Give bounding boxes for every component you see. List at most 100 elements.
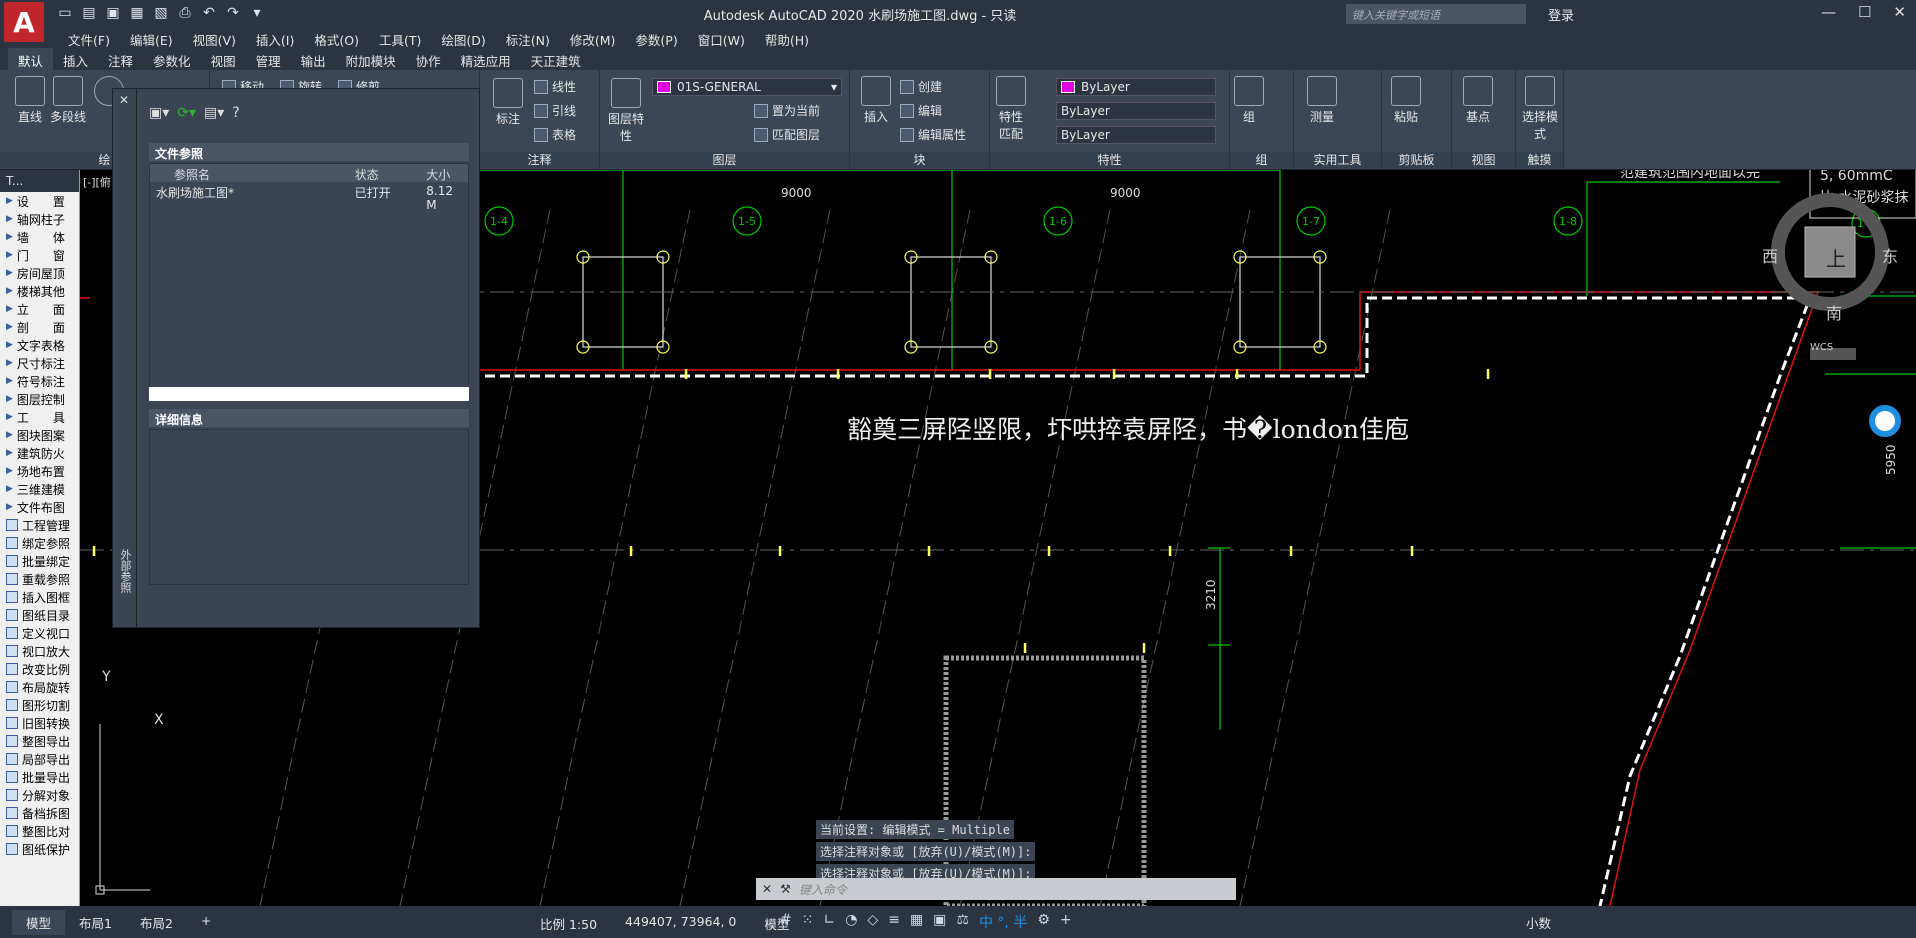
list-item[interactable]: 批量导出 xyxy=(0,768,79,786)
column-size[interactable]: 大小 xyxy=(420,164,468,182)
help-icon[interactable]: ? xyxy=(232,105,239,121)
list-item[interactable]: 重载参照 xyxy=(0,570,79,588)
lineweight-icon[interactable]: ≡ xyxy=(888,912,900,932)
tool-palette-header[interactable]: T... xyxy=(0,170,79,192)
paste-button[interactable]: 粘贴 xyxy=(1386,76,1426,125)
color-dropdown[interactable]: ByLayer xyxy=(1056,78,1216,96)
list-item[interactable]: 绑定参照 xyxy=(0,534,79,552)
ime-indicator[interactable]: 中 °, 半 xyxy=(979,912,1027,932)
annotation-scale-icon[interactable]: ⚖ xyxy=(956,912,969,932)
list-item[interactable]: ▶ 立 面 xyxy=(0,300,79,318)
undo-icon[interactable]: ↶ xyxy=(200,4,218,22)
menu-item[interactable]: 插入(I) xyxy=(246,28,304,48)
tab-manage[interactable]: 管理 xyxy=(246,48,291,70)
menu-item[interactable]: 窗口(W) xyxy=(688,28,755,48)
list-item[interactable]: ▶ 建筑防火 xyxy=(0,444,79,462)
close-icon[interactable]: ✕ xyxy=(1893,3,1906,21)
tab-layout1[interactable]: 布局1 xyxy=(65,910,126,935)
leader-button[interactable]: 引线 xyxy=(534,102,576,119)
tab-insert[interactable]: 插入 xyxy=(53,48,98,70)
list-item[interactable]: ▶ 图块图案 xyxy=(0,426,79,444)
list-item[interactable]: 整图比对 xyxy=(0,822,79,840)
match-properties-button[interactable]: 特性匹配 xyxy=(994,76,1028,142)
change-path-icon[interactable]: ▤▾ xyxy=(204,105,224,121)
plus-icon[interactable]: + xyxy=(1060,912,1072,932)
viewcube[interactable]: 上 西 东 南 WCS xyxy=(1762,190,1910,360)
list-item[interactable]: ▶ 门 窗 xyxy=(0,246,79,264)
line-button[interactable]: 直线 xyxy=(10,76,50,125)
list-item[interactable]: 分解对象 xyxy=(0,786,79,804)
ortho-icon[interactable]: ∟ xyxy=(823,912,835,932)
create-block-button[interactable]: 创建 xyxy=(900,78,942,95)
select-mode-button[interactable]: 选择模式 xyxy=(1518,76,1562,142)
compass-south[interactable]: 南 xyxy=(1826,300,1842,324)
tab-tangent[interactable]: 天正建筑 xyxy=(521,48,591,70)
save-icon[interactable]: ▣ xyxy=(104,4,122,22)
minimize-icon[interactable]: — xyxy=(1821,3,1836,21)
column-status[interactable]: 状态 xyxy=(349,164,421,182)
list-item[interactable]: 批量绑定 xyxy=(0,552,79,570)
list-item[interactable]: 局部导出 xyxy=(0,750,79,768)
insert-block-button[interactable]: 插入 xyxy=(856,76,896,125)
details-header[interactable]: 详细信息 xyxy=(149,409,469,427)
grid-icon[interactable]: # xyxy=(780,912,792,932)
maximize-icon[interactable]: ☐ xyxy=(1858,3,1871,21)
menu-item[interactable]: 格式(O) xyxy=(304,28,369,48)
table-row[interactable]: 水刷场施工图* 已打开 8.12 M xyxy=(150,182,468,212)
dimension-button[interactable]: 标注 xyxy=(488,78,528,127)
attach-icon[interactable]: ▣▾ xyxy=(149,105,169,121)
list-item[interactable]: ▶ 楼梯其他 xyxy=(0,282,79,300)
print-icon[interactable]: ⎙ xyxy=(176,4,194,22)
publish-icon[interactable]: ▧ xyxy=(152,4,170,22)
wcs-menu[interactable]: WCS xyxy=(1810,342,1833,353)
linetype-dropdown[interactable]: ByLayer xyxy=(1056,102,1216,120)
list-item[interactable]: 定义视口 xyxy=(0,624,79,642)
list-item[interactable]: 备档拆图 xyxy=(0,804,79,822)
list-item[interactable]: 工程管理 xyxy=(0,516,79,534)
compass-west[interactable]: 西 xyxy=(1762,243,1778,267)
horizontal-scrollbar[interactable] xyxy=(149,387,469,401)
tab-featured-apps[interactable]: 精选应用 xyxy=(451,48,521,70)
measure-button[interactable]: 测量 xyxy=(1302,76,1342,125)
login-button[interactable]: 登录 xyxy=(1548,5,1574,24)
list-item[interactable]: 视口放大 xyxy=(0,642,79,660)
list-item[interactable]: 改变比例 xyxy=(0,660,79,678)
autocad-logo-icon[interactable]: A xyxy=(4,2,44,42)
list-item[interactable]: ▶ 轴网柱子 xyxy=(0,210,79,228)
list-item[interactable]: 布局旋转 xyxy=(0,678,79,696)
linear-button[interactable]: 线性 xyxy=(534,78,576,95)
command-close-icon[interactable]: ✕ xyxy=(762,882,772,896)
tab-output[interactable]: 输出 xyxy=(291,48,336,70)
polar-icon[interactable]: ◔ xyxy=(845,912,857,932)
snap-icon[interactable]: ⁙ xyxy=(802,912,814,932)
search-input[interactable]: 键入关键字或短语 xyxy=(1346,4,1526,24)
set-current-button[interactable]: 置为当前 xyxy=(754,102,820,119)
steering-wheel-icon[interactable] xyxy=(1869,405,1901,437)
list-item[interactable]: 旧图转换 xyxy=(0,714,79,732)
transparency-icon[interactable]: ▦ xyxy=(910,912,923,932)
menu-item[interactable]: 绘图(D) xyxy=(431,28,495,48)
compass-east[interactable]: 东 xyxy=(1882,243,1898,267)
edit-attributes-button[interactable]: 编辑属性 xyxy=(900,126,966,143)
tab-model[interactable]: 模型 xyxy=(12,909,66,935)
saveas-icon[interactable]: ▦ xyxy=(128,4,146,22)
viewport-label[interactable]: [-][俯 xyxy=(83,175,111,189)
selection-cycling-icon[interactable]: ▣ xyxy=(933,912,946,932)
scale-readout[interactable]: 比例 1:50 xyxy=(540,914,597,933)
menu-item[interactable]: 文件(F) xyxy=(58,28,120,48)
tab-parametric[interactable]: 参数化 xyxy=(143,48,201,70)
list-item[interactable]: ▶ 设 置 xyxy=(0,192,79,210)
match-layer-button[interactable]: 匹配图层 xyxy=(754,126,820,143)
layer-dropdown[interactable]: 01S-GENERAL ▾ xyxy=(652,78,842,96)
add-layout-icon[interactable]: + xyxy=(187,910,225,935)
column-reference-name[interactable]: 参照名 xyxy=(150,164,349,182)
gear-icon[interactable]: ⚙ xyxy=(1037,912,1050,932)
list-item[interactable]: 插入图框 xyxy=(0,588,79,606)
refresh-icon[interactable]: ⟳▾ xyxy=(177,105,196,121)
menu-item[interactable]: 编辑(E) xyxy=(120,28,183,48)
list-item[interactable]: ▶ 场地布置 xyxy=(0,462,79,480)
redo-icon[interactable]: ↷ xyxy=(224,4,242,22)
tab-view[interactable]: 视图 xyxy=(201,48,246,70)
list-item[interactable]: 图纸目录 xyxy=(0,606,79,624)
menu-item[interactable]: 标注(N) xyxy=(496,28,560,48)
